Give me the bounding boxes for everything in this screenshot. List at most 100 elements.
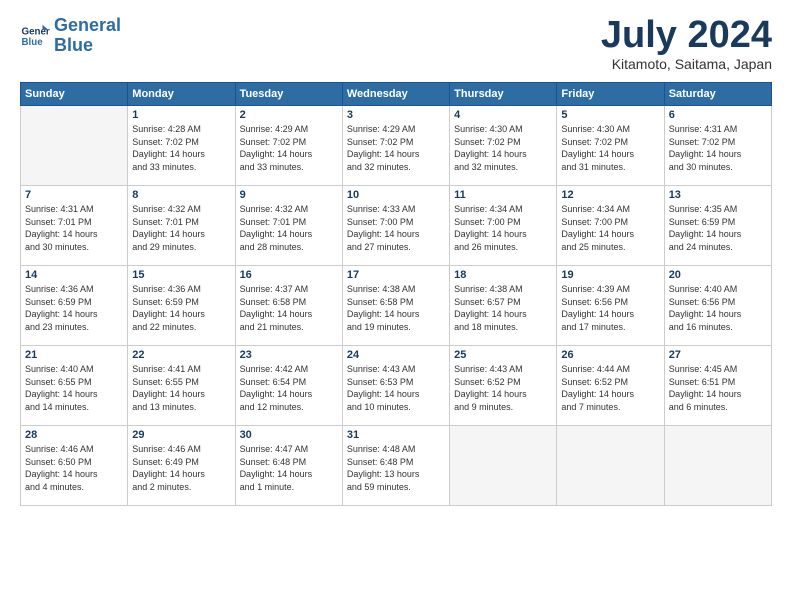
logo: General Blue General Blue (20, 16, 121, 56)
calendar-cell: 3 Sunrise: 4:29 AM Sunset: 7:02 PM Daylig… (342, 106, 449, 186)
day-info: Sunrise: 4:30 AM Sunset: 7:02 PM Dayligh… (454, 123, 552, 173)
location-subtitle: Kitamoto, Saitama, Japan (601, 56, 772, 72)
calendar-cell: 22Sunrise: 4:41 AM Sunset: 6:55 PM Dayli… (128, 346, 235, 426)
day-number: 1 (132, 109, 230, 121)
day-number: 14 (25, 269, 123, 281)
day-info: Sunrise: 4:43 AM Sunset: 6:53 PM Dayligh… (347, 363, 445, 413)
calendar-cell (450, 426, 557, 506)
title-block: July 2024 Kitamoto, Saitama, Japan (601, 16, 772, 72)
day-number: 20 (669, 269, 767, 281)
calendar-cell: 10 Sunrise: 4:33 AM Sunset: 7:00 PM Dayli… (342, 186, 449, 266)
calendar-cell: 20 Sunrise: 4:40 AM Sunset: 6:56 PM Dayli… (664, 266, 771, 346)
week-row-2: 7Sunrise: 4:31 AM Sunset: 7:01 PM Daylig… (21, 186, 772, 266)
calendar-cell: 13Sunrise: 4:35 AM Sunset: 6:59 PM Dayli… (664, 186, 771, 266)
day-info: Sunrise: 4:34 AM Sunset: 7:00 PM Dayligh… (454, 203, 552, 253)
day-info: Sunrise: 4:38 AM Sunset: 6:58 PM Dayligh… (347, 283, 445, 333)
day-info: Sunrise: 4:44 AM Sunset: 6:52 PM Dayligh… (561, 363, 659, 413)
day-number: 23 (240, 349, 338, 361)
day-number: 21 (25, 349, 123, 361)
week-row-3: 14Sunrise: 4:36 AM Sunset: 6:59 PM Dayli… (21, 266, 772, 346)
calendar-cell: 21 Sunrise: 4:40 AM Sunset: 6:55 PM Dayli… (21, 346, 128, 426)
calendar-cell: 16 Sunrise: 4:37 AM Sunset: 6:58 PM Dayli… (235, 266, 342, 346)
day-number: 24 (347, 349, 445, 361)
calendar-cell: 25 Sunrise: 4:43 AM Sunset: 6:52 PM Dayli… (450, 346, 557, 426)
day-number: 2 (240, 109, 338, 121)
day-number: 27 (669, 349, 767, 361)
day-info: Sunrise: 4:39 AM Sunset: 6:56 PM Dayligh… (561, 283, 659, 333)
header: General Blue General Blue July 2024 Kita… (20, 16, 772, 72)
calendar-cell: 1Sunrise: 4:28 AM Sunset: 7:02 PM Daylig… (128, 106, 235, 186)
day-info: Sunrise: 4:31 AM Sunset: 7:02 PM Dayligh… (669, 123, 767, 173)
calendar-cell: 24 Sunrise: 4:43 AM Sunset: 6:53 PM Dayli… (342, 346, 449, 426)
week-row-4: 21 Sunrise: 4:40 AM Sunset: 6:55 PM Dayli… (21, 346, 772, 426)
col-header-sunday: Sunday (21, 83, 128, 106)
day-info: Sunrise: 4:40 AM Sunset: 6:56 PM Dayligh… (669, 283, 767, 333)
day-number: 30 (240, 429, 338, 441)
week-row-5: 28 Sunrise: 4:46 AM Sunset: 6:50 PM Dayli… (21, 426, 772, 506)
day-number: 18 (454, 269, 552, 281)
day-number: 19 (561, 269, 659, 281)
day-number: 11 (454, 189, 552, 201)
calendar-cell: 5 Sunrise: 4:30 AM Sunset: 7:02 PM Daylig… (557, 106, 664, 186)
header-row: SundayMondayTuesdayWednesdayThursdayFrid… (21, 83, 772, 106)
calendar-cell: 9 Sunrise: 4:32 AM Sunset: 7:01 PM Daylig… (235, 186, 342, 266)
day-info: Sunrise: 4:40 AM Sunset: 6:55 PM Dayligh… (25, 363, 123, 413)
col-header-friday: Friday (557, 83, 664, 106)
day-info: Sunrise: 4:46 AM Sunset: 6:50 PM Dayligh… (25, 443, 123, 493)
day-info: Sunrise: 4:48 AM Sunset: 6:48 PM Dayligh… (347, 443, 445, 493)
day-info: Sunrise: 4:43 AM Sunset: 6:52 PM Dayligh… (454, 363, 552, 413)
calendar-cell: 6Sunrise: 4:31 AM Sunset: 7:02 PM Daylig… (664, 106, 771, 186)
calendar-cell: 15Sunrise: 4:36 AM Sunset: 6:59 PM Dayli… (128, 266, 235, 346)
calendar-cell (664, 426, 771, 506)
day-number: 25 (454, 349, 552, 361)
calendar-cell: 2 Sunrise: 4:29 AM Sunset: 7:02 PM Daylig… (235, 106, 342, 186)
logo-text: General Blue (54, 16, 121, 56)
week-row-1: 1Sunrise: 4:28 AM Sunset: 7:02 PM Daylig… (21, 106, 772, 186)
day-number: 15 (132, 269, 230, 281)
day-info: Sunrise: 4:47 AM Sunset: 6:48 PM Dayligh… (240, 443, 338, 493)
day-number: 16 (240, 269, 338, 281)
day-info: Sunrise: 4:41 AM Sunset: 6:55 PM Dayligh… (132, 363, 230, 413)
calendar-cell: 8 Sunrise: 4:32 AM Sunset: 7:01 PM Daylig… (128, 186, 235, 266)
day-info: Sunrise: 4:37 AM Sunset: 6:58 PM Dayligh… (240, 283, 338, 333)
calendar-cell: 11 Sunrise: 4:34 AM Sunset: 7:00 PM Dayli… (450, 186, 557, 266)
day-number: 17 (347, 269, 445, 281)
day-info: Sunrise: 4:31 AM Sunset: 7:01 PM Dayligh… (25, 203, 123, 253)
day-info: Sunrise: 4:38 AM Sunset: 6:57 PM Dayligh… (454, 283, 552, 333)
col-header-saturday: Saturday (664, 83, 771, 106)
day-number: 3 (347, 109, 445, 121)
svg-text:Blue: Blue (22, 37, 44, 48)
day-number: 26 (561, 349, 659, 361)
day-number: 29 (132, 429, 230, 441)
day-info: Sunrise: 4:45 AM Sunset: 6:51 PM Dayligh… (669, 363, 767, 413)
day-info: Sunrise: 4:33 AM Sunset: 7:00 PM Dayligh… (347, 203, 445, 253)
calendar-cell: 14Sunrise: 4:36 AM Sunset: 6:59 PM Dayli… (21, 266, 128, 346)
logo-line1: General (54, 15, 121, 35)
calendar-cell: 29Sunrise: 4:46 AM Sunset: 6:49 PM Dayli… (128, 426, 235, 506)
day-info: Sunrise: 4:32 AM Sunset: 7:01 PM Dayligh… (240, 203, 338, 253)
day-info: Sunrise: 4:29 AM Sunset: 7:02 PM Dayligh… (240, 123, 338, 173)
col-header-wednesday: Wednesday (342, 83, 449, 106)
day-number: 5 (561, 109, 659, 121)
calendar-cell: 18 Sunrise: 4:38 AM Sunset: 6:57 PM Dayli… (450, 266, 557, 346)
col-header-tuesday: Tuesday (235, 83, 342, 106)
calendar-table: SundayMondayTuesdayWednesdayThursdayFrid… (20, 82, 772, 506)
day-number: 10 (347, 189, 445, 201)
day-info: Sunrise: 4:30 AM Sunset: 7:02 PM Dayligh… (561, 123, 659, 173)
calendar-cell: 4Sunrise: 4:30 AM Sunset: 7:02 PM Daylig… (450, 106, 557, 186)
day-info: Sunrise: 4:32 AM Sunset: 7:01 PM Dayligh… (132, 203, 230, 253)
logo-line2: Blue (54, 35, 93, 55)
day-number: 31 (347, 429, 445, 441)
calendar-cell: 19 Sunrise: 4:39 AM Sunset: 6:56 PM Dayli… (557, 266, 664, 346)
day-number: 28 (25, 429, 123, 441)
day-info: Sunrise: 4:29 AM Sunset: 7:02 PM Dayligh… (347, 123, 445, 173)
calendar-cell: 28 Sunrise: 4:46 AM Sunset: 6:50 PM Dayli… (21, 426, 128, 506)
calendar-cell (557, 426, 664, 506)
calendar-cell: 7Sunrise: 4:31 AM Sunset: 7:01 PM Daylig… (21, 186, 128, 266)
calendar-cell: 31 Sunrise: 4:48 AM Sunset: 6:48 PM Dayli… (342, 426, 449, 506)
day-number: 8 (132, 189, 230, 201)
col-header-thursday: Thursday (450, 83, 557, 106)
day-number: 9 (240, 189, 338, 201)
day-number: 13 (669, 189, 767, 201)
page: General Blue General Blue July 2024 Kita… (0, 0, 792, 516)
